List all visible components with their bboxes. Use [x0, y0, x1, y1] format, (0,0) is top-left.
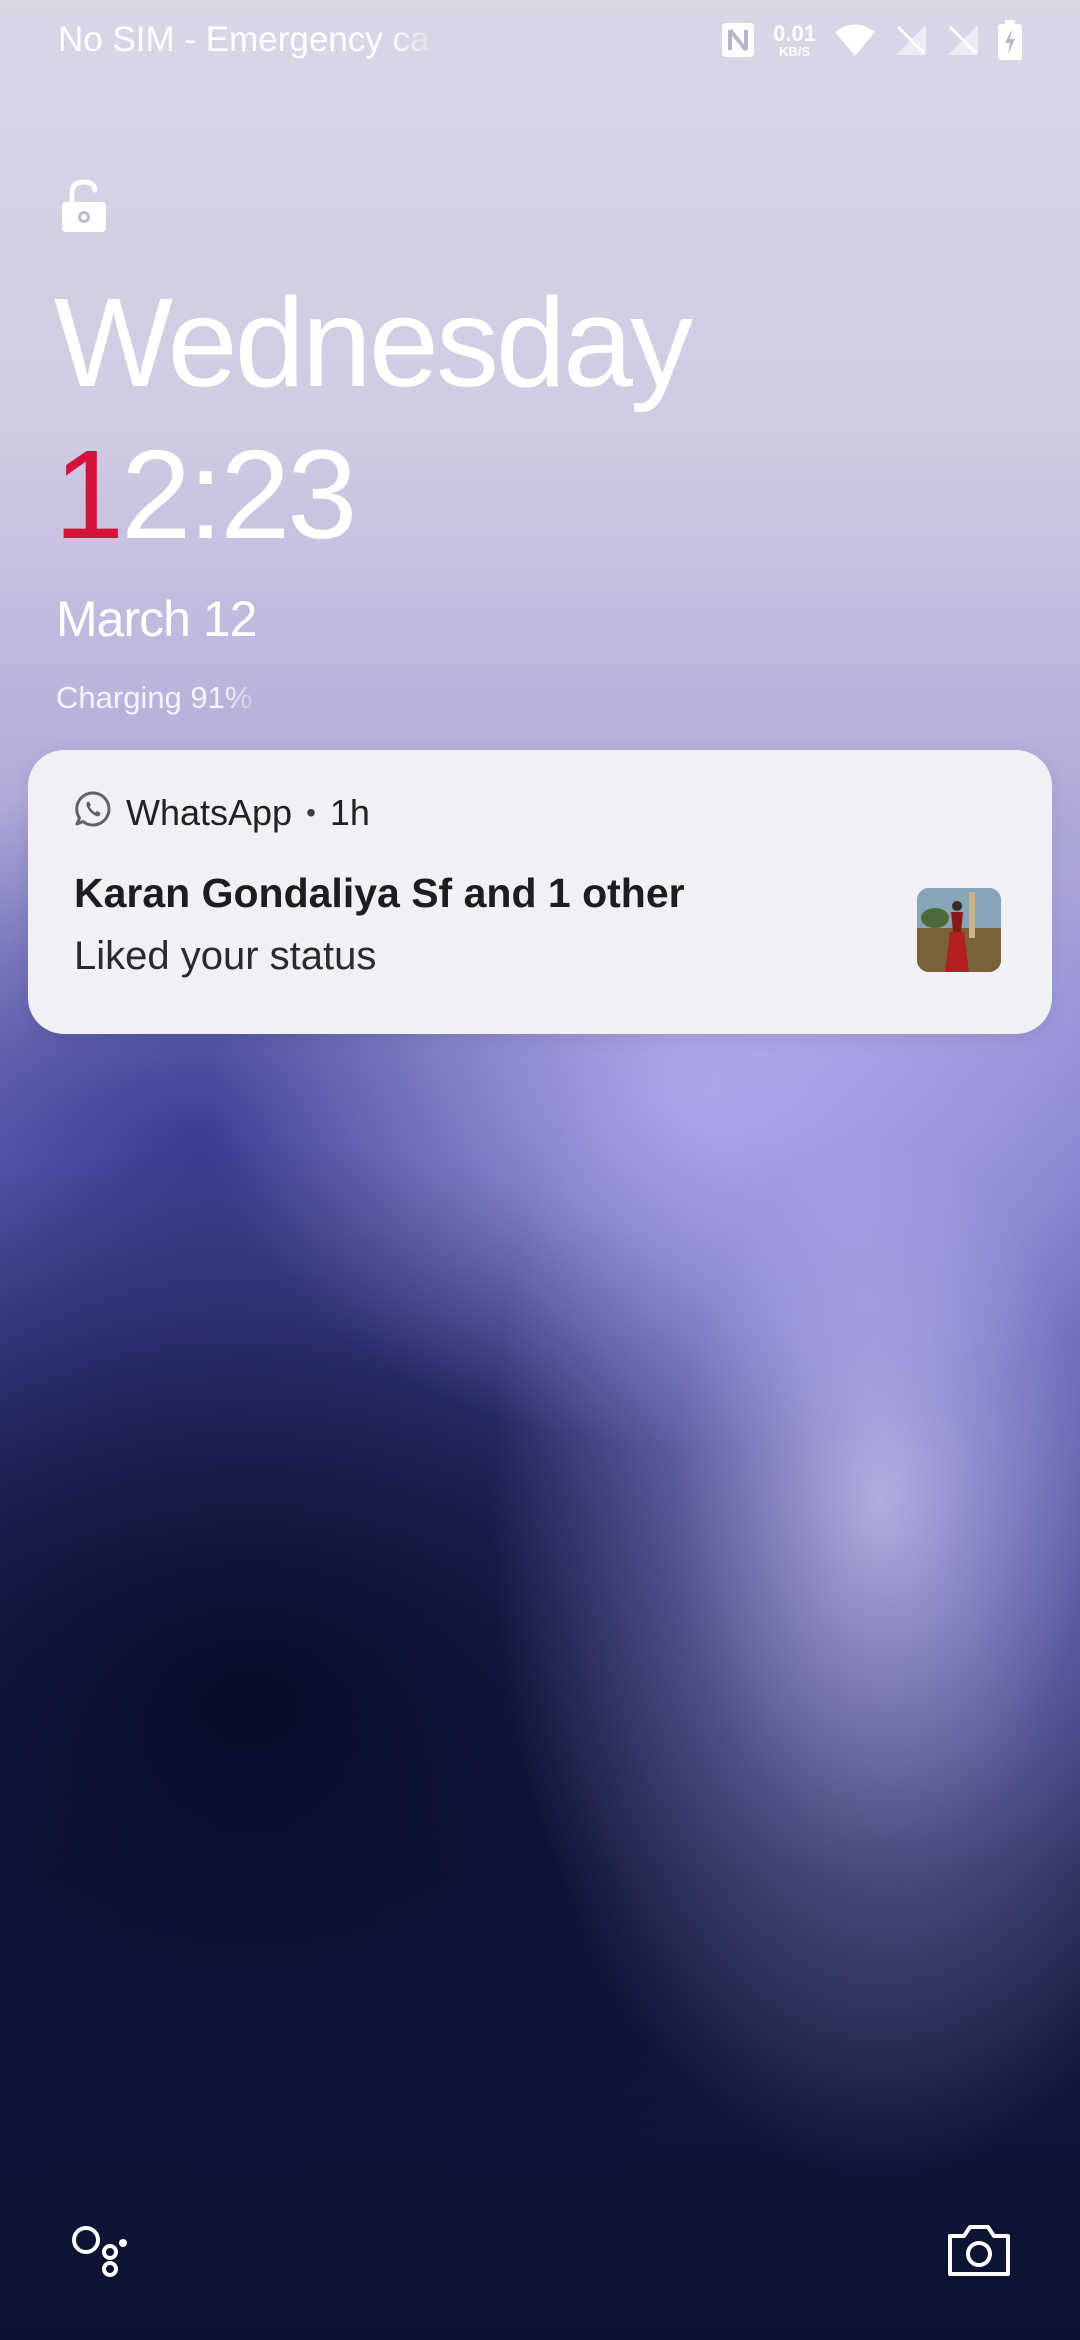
no-signal-icon — [946, 23, 980, 57]
no-signal-icon — [894, 23, 928, 57]
whatsapp-notification[interactable]: WhatsApp • 1h Karan Gondaliya Sf and 1 o… — [28, 750, 1052, 1034]
carrier-status-text: No SIM - Emergency ca — [58, 20, 430, 59]
network-speed-value: 0.01 — [773, 20, 816, 46]
lockscreen-day: Wednesday — [54, 272, 693, 413]
wifi-icon — [834, 23, 876, 57]
status-bar: No SIM - Emergency ca 0.01 KB/S — [0, 0, 1080, 80]
notification-separator: • — [306, 797, 316, 828]
status-photo-thumbnail — [917, 888, 1001, 972]
assistant-icon[interactable] — [70, 2222, 130, 2283]
notification-title: Karan Gondaliya Sf and 1 other — [74, 870, 685, 916]
network-speed-unit: KB/S — [779, 43, 811, 59]
clock-remaining-digits: 2:23 — [121, 424, 357, 565]
nfc-icon — [721, 22, 755, 58]
notification-app-name: WhatsApp — [126, 792, 293, 833]
battery-charging-icon — [998, 20, 1022, 60]
network-speed-indicator: 0.01 KB/S — [773, 20, 816, 59]
lockscreen-date: March 12 — [56, 591, 257, 647]
notification-header: WhatsApp • 1h — [74, 790, 370, 836]
camera-icon[interactable] — [946, 2222, 1012, 2283]
unlocked-padlock-icon — [60, 178, 108, 239]
clock-first-digit: 1 — [54, 424, 124, 565]
notification-body: Liked your status — [74, 934, 377, 978]
notification-time: 1h — [329, 792, 370, 833]
charging-status: Charging 91% — [56, 680, 253, 715]
lockscreen-clock: 12:23 — [54, 432, 357, 558]
status-icons: 0.01 KB/S — [721, 18, 1022, 62]
whatsapp-icon — [74, 790, 112, 837]
